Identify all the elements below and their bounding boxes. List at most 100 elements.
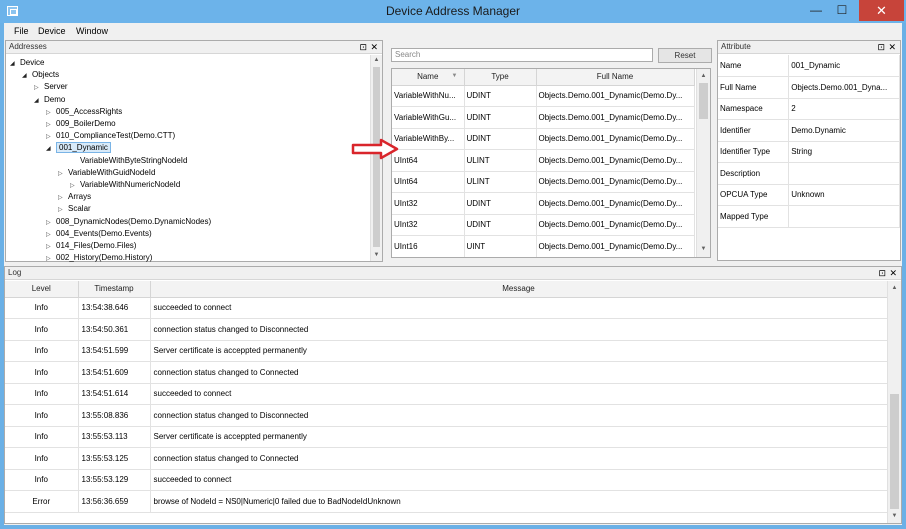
attribute-row[interactable]: Mapped Type bbox=[718, 205, 900, 228]
collapsed-icon[interactable]: ▷ bbox=[46, 131, 56, 143]
scroll-thumb[interactable] bbox=[699, 83, 708, 119]
log-row[interactable]: Info 13:54:51.614 succeeded to connect bbox=[5, 383, 888, 405]
log-message: connection status changed to Connected bbox=[150, 447, 888, 470]
tree-item[interactable]: ▷ 005_AccessRights bbox=[46, 106, 122, 118]
collapsed-icon[interactable]: ▷ bbox=[46, 217, 56, 229]
close-window-button[interactable]: ✕ bbox=[859, 0, 904, 21]
scroll-thumb[interactable] bbox=[890, 394, 899, 509]
column-header-type[interactable]: Type bbox=[464, 69, 537, 86]
attribute-value: Demo.Dynamic bbox=[788, 119, 900, 142]
table-row[interactable]: VariableWithBy... UDINT Objects.Demo.001_D… bbox=[392, 128, 695, 150]
log-row[interactable]: Error 13:56:36.659 browse of NodeId = NS0|… bbox=[5, 490, 888, 513]
log-scrollbar[interactable]: ▲ ▼ bbox=[887, 281, 901, 523]
attribute-row[interactable]: Name 001_Dynamic bbox=[718, 55, 900, 77]
table-row[interactable]: UInt16 UINT Objects.Demo.001_Dynamic(Demo.… bbox=[392, 235, 695, 257]
close-icon[interactable]: ✕ bbox=[888, 41, 896, 53]
variable-name-cell: UInt16 bbox=[392, 235, 465, 257]
log-row[interactable]: Info 13:55:53.113 Server certificate is ac… bbox=[5, 426, 888, 448]
tree-item[interactable]: ▷ VariableWithGuidNodeId bbox=[58, 167, 155, 179]
attribute-row[interactable]: Description bbox=[718, 162, 900, 185]
tree-item-label: Server bbox=[44, 82, 68, 92]
column-header-timestamp[interactable]: Timestamp bbox=[78, 281, 151, 298]
attribute-key: Identifier Type bbox=[718, 141, 790, 163]
table-row[interactable]: UInt64 ULINT Objects.Demo.001_Dynamic(Demo… bbox=[392, 171, 695, 193]
table-row[interactable]: UInt32 UDINT Objects.Demo.001_Dynamic(Demo… bbox=[392, 214, 695, 236]
tree-item[interactable]: ▷ 014_Files(Demo.Files) bbox=[46, 240, 136, 252]
attribute-row[interactable]: Identifier Demo.Dynamic bbox=[718, 119, 900, 142]
tree-item[interactable]: ◢ Objects bbox=[22, 69, 59, 81]
attribute-row[interactable]: Namespace 2 bbox=[718, 98, 900, 120]
log-row[interactable]: Info 13:55:08.836 connection status change… bbox=[5, 404, 888, 427]
expanded-icon[interactable]: ◢ bbox=[22, 70, 32, 82]
table-row[interactable]: UInt64 ULINT Objects.Demo.001_Dynamic(Demo… bbox=[392, 149, 695, 172]
attribute-row[interactable]: Identifier Type String bbox=[718, 141, 900, 163]
tree-item[interactable]: ▷ 004_Events(Demo.Events) bbox=[46, 228, 152, 240]
reset-button[interactable]: Reset bbox=[658, 48, 712, 63]
collapsed-icon[interactable]: ▷ bbox=[46, 107, 56, 119]
collapsed-icon[interactable]: ▷ bbox=[58, 192, 68, 204]
scroll-down-icon[interactable]: ▼ bbox=[697, 244, 710, 255]
variable-type-cell: UDINT bbox=[464, 128, 537, 150]
close-icon[interactable]: ✕ bbox=[370, 41, 378, 53]
scroll-down-icon[interactable]: ▼ bbox=[888, 511, 901, 522]
tree-item[interactable]: ◢ Demo bbox=[34, 94, 65, 106]
tree-item[interactable]: ▷ 002_History(Demo.History) bbox=[46, 252, 152, 263]
collapsed-icon[interactable]: ▷ bbox=[58, 168, 68, 180]
expanded-icon[interactable]: ◢ bbox=[34, 95, 44, 107]
tree-item-label: VariableWithNumericNodeId bbox=[80, 180, 181, 189]
attribute-row[interactable]: OPCUA Type Unknown bbox=[718, 184, 900, 206]
scroll-up-icon[interactable]: ▲ bbox=[888, 283, 901, 294]
log-row[interactable]: Info 13:54:38.646 succeeded to connect bbox=[5, 297, 888, 319]
log-row[interactable]: Info 13:54:50.361 connection status change… bbox=[5, 318, 888, 341]
tree-item-label: 009_BoilerDemo bbox=[56, 119, 116, 128]
expanded-icon[interactable]: ◢ bbox=[46, 143, 56, 155]
table-row[interactable]: UInt32 UDINT Objects.Demo.001_Dynamic(Demo… bbox=[392, 192, 695, 215]
dock-pin-icon[interactable]: ⊡ bbox=[877, 41, 885, 53]
window-client: File Device Window Addresses ⊡ ✕ ◢ Device… bbox=[4, 23, 902, 525]
log-row[interactable]: Info 13:54:51.599 Server certificate is ac… bbox=[5, 340, 888, 362]
table-row[interactable]: VariableWithGu... UDINT Objects.Demo.001_D… bbox=[392, 106, 695, 129]
collapsed-icon[interactable]: ▷ bbox=[46, 119, 56, 131]
maximize-button[interactable]: ☐ bbox=[829, 0, 855, 21]
collapsed-icon[interactable]: ▷ bbox=[46, 229, 56, 241]
column-header-fullname[interactable]: Full Name bbox=[536, 69, 695, 86]
collapsed-icon[interactable]: ▷ bbox=[34, 82, 44, 94]
minimize-button[interactable]: — bbox=[803, 0, 829, 21]
attribute-row[interactable]: Full Name Objects.Demo.001_Dyna... bbox=[718, 76, 900, 99]
dock-pin-icon[interactable]: ⊡ bbox=[878, 267, 886, 279]
tree-item[interactable]: ◢ Device bbox=[10, 57, 44, 69]
scroll-down-icon[interactable]: ▼ bbox=[371, 250, 382, 261]
log-row[interactable]: Info 13:55:53.125 connection status change… bbox=[5, 447, 888, 470]
menu-device[interactable]: Device bbox=[38, 26, 66, 36]
tree-item[interactable]: ▷ 009_BoilerDemo bbox=[46, 118, 116, 130]
log-level: Info bbox=[5, 383, 79, 405]
column-header-name[interactable]: Name ▼ bbox=[392, 69, 465, 86]
tree-item[interactable]: ▷ 010_ComplianceTest(Demo.CTT) bbox=[46, 130, 175, 142]
menu-window[interactable]: Window bbox=[76, 26, 108, 36]
expanded-icon[interactable]: ◢ bbox=[10, 58, 20, 70]
scroll-up-icon[interactable]: ▲ bbox=[371, 55, 382, 66]
collapsed-icon[interactable]: ▷ bbox=[58, 204, 68, 216]
close-icon[interactable]: ✕ bbox=[889, 267, 897, 279]
tree-item[interactable]: ▷ Arrays bbox=[58, 191, 91, 203]
collapsed-icon[interactable]: ▷ bbox=[46, 241, 56, 253]
grid-scrollbar[interactable]: ▲ ▼ bbox=[696, 69, 710, 257]
tree-item[interactable]: ▷ 008_DynamicNodes(Demo.DynamicNodes) bbox=[46, 216, 211, 228]
collapsed-icon[interactable]: ▷ bbox=[70, 180, 80, 192]
addresses-panel: Addresses ⊡ ✕ ◢ Device ◢ Objects ▷ Server ◢ Dem… bbox=[5, 40, 383, 262]
column-header-level[interactable]: Level bbox=[5, 281, 79, 298]
tree-item[interactable]: ▷ Scalar bbox=[58, 203, 91, 215]
search-input[interactable]: Search bbox=[391, 48, 653, 62]
log-row[interactable]: Info 13:54:51.609 connection status change… bbox=[5, 361, 888, 384]
log-row[interactable]: Info 13:55:53.129 succeeded to connect bbox=[5, 469, 888, 491]
menu-file[interactable]: File bbox=[14, 26, 29, 36]
table-row[interactable]: VariableWithNu... UDINT Objects.Demo.001_D… bbox=[392, 85, 695, 107]
dock-pin-icon[interactable]: ⊡ bbox=[359, 41, 367, 53]
tree-item[interactable]: ◢ 001_Dynamic bbox=[46, 142, 111, 154]
scroll-up-icon[interactable]: ▲ bbox=[697, 71, 710, 82]
tree-item[interactable]: VariableWithByteStringNodeId bbox=[70, 155, 187, 167]
tree-item[interactable]: ▷ Server bbox=[34, 81, 68, 93]
column-header-message[interactable]: Message bbox=[150, 281, 888, 298]
tree-item[interactable]: ▷ VariableWithNumericNodeId bbox=[70, 179, 180, 191]
collapsed-icon[interactable]: ▷ bbox=[46, 253, 56, 263]
